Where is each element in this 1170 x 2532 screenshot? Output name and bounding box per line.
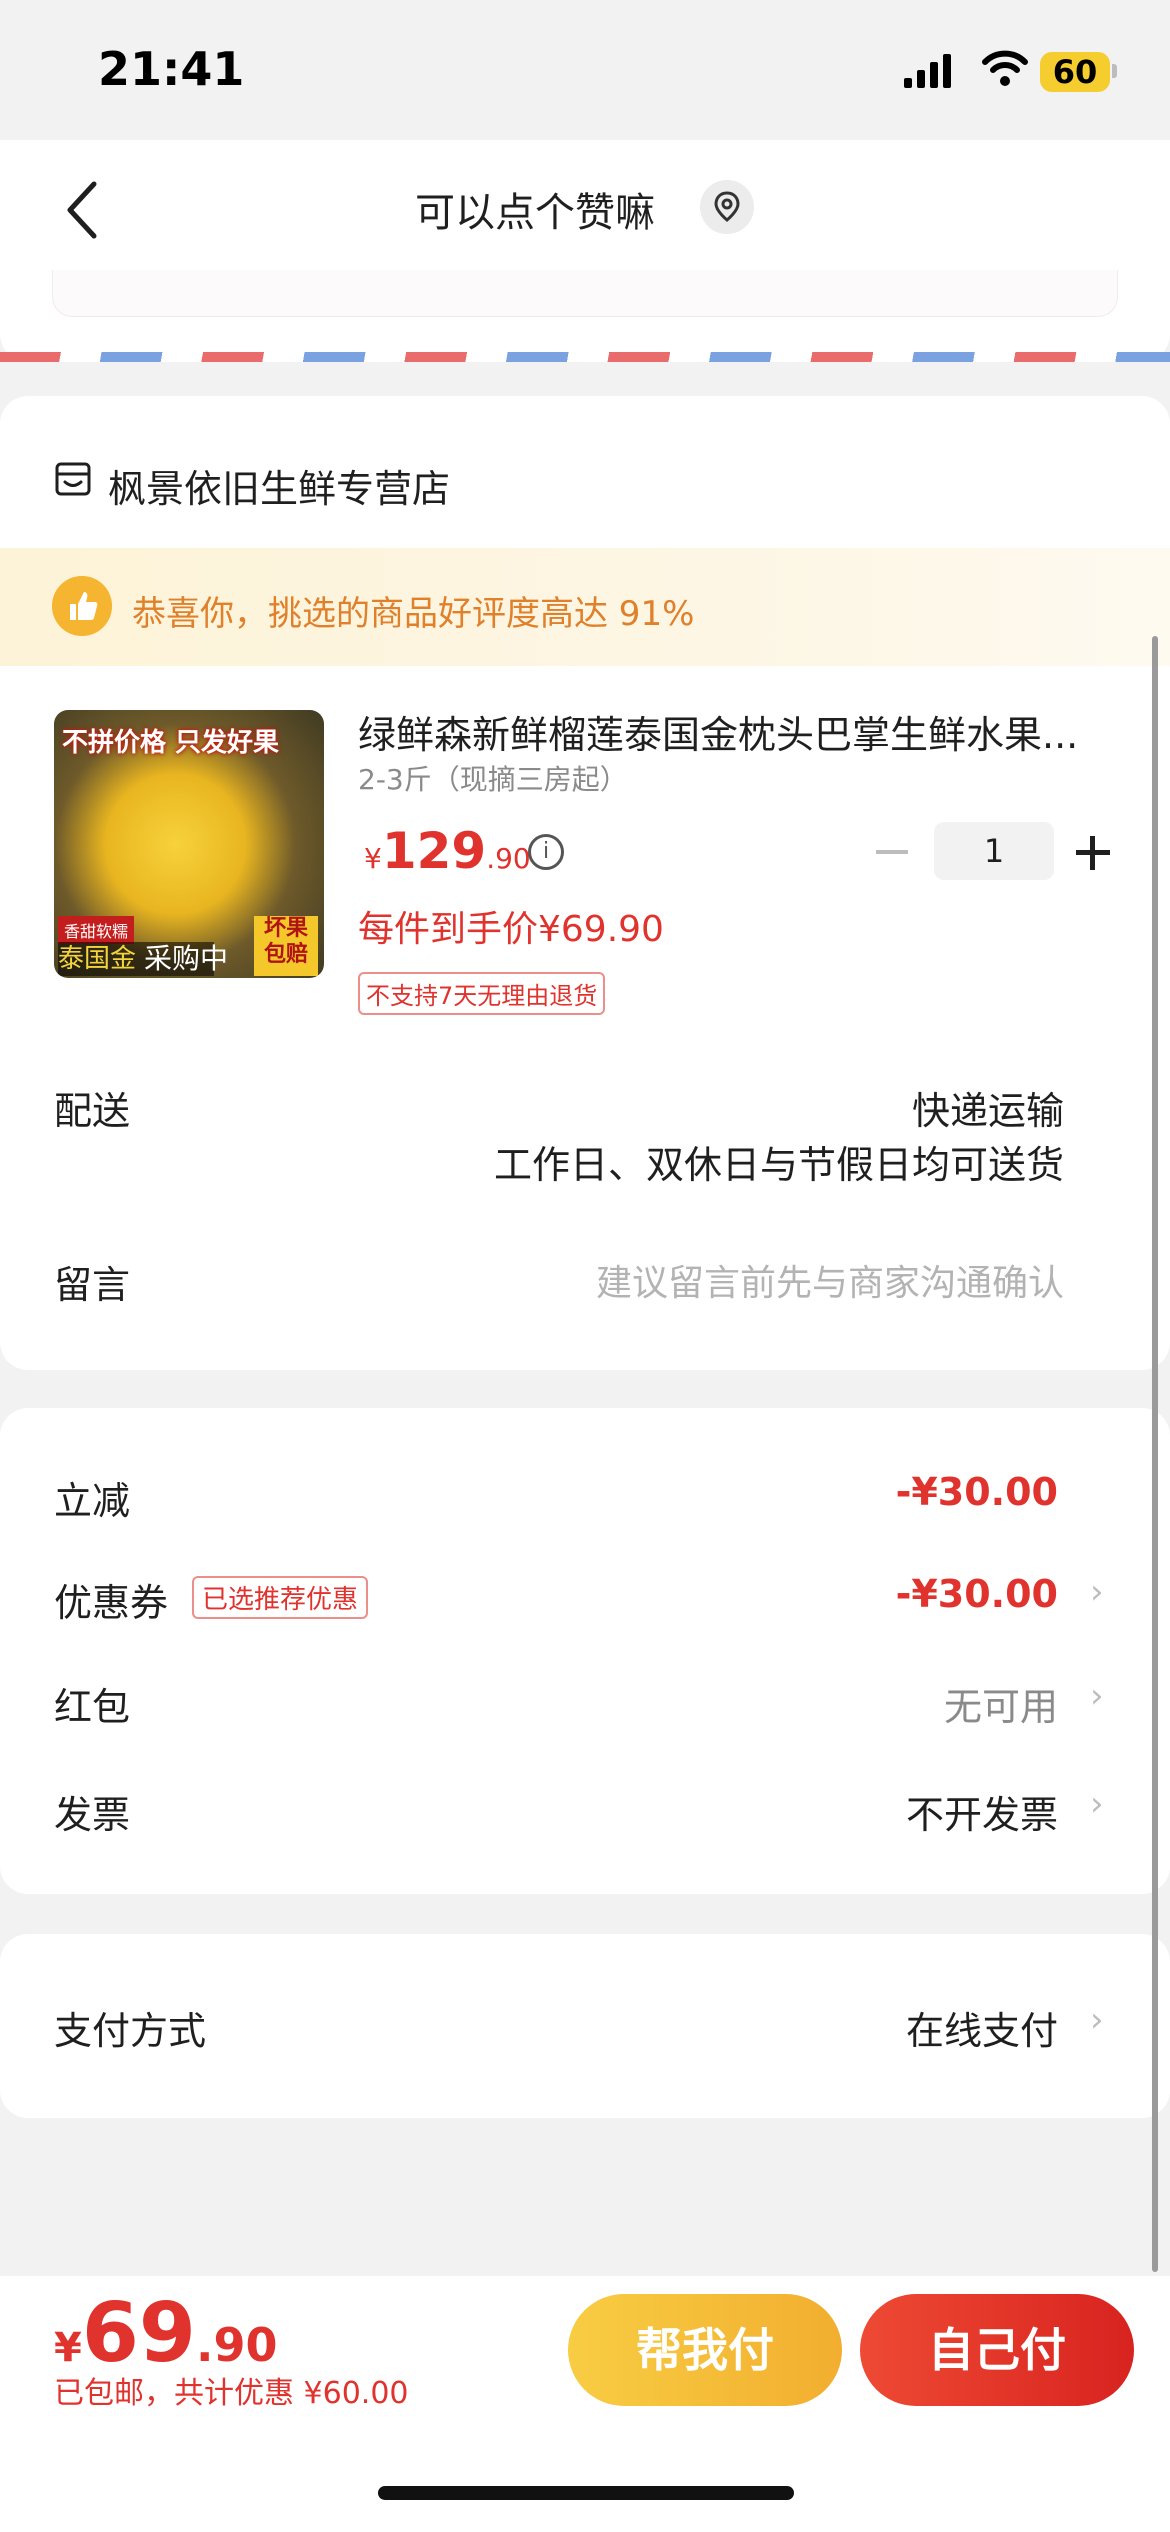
address-card[interactable] bbox=[0, 270, 1170, 362]
delivery-label: 配送 bbox=[54, 1089, 131, 1133]
quantity-input[interactable]: 1 bbox=[934, 822, 1054, 880]
product-thumbnail[interactable]: 不拼价格 只发好果 香甜软糯 泰国金 采购中 坏果包赔 bbox=[54, 710, 324, 978]
chevron-right-icon[interactable]: › bbox=[1090, 1572, 1104, 1612]
memo-input[interactable]: 建议留言前先与商家沟通确认 bbox=[596, 1254, 1064, 1306]
help-pay-button[interactable]: 帮我付 bbox=[568, 2294, 842, 2406]
redpacket-value[interactable]: 无可用 bbox=[944, 1676, 1058, 1731]
shop-name[interactable]: 枫景依旧生鲜专营店 bbox=[108, 458, 450, 513]
product-spec[interactable]: 2-3斤（现摘三房起） bbox=[358, 758, 628, 798]
thumbnail-banner-text: 不拼价格 只发好果 bbox=[62, 728, 280, 758]
total-price: ¥69.90 bbox=[54, 2286, 277, 2381]
chevron-right-icon[interactable]: › bbox=[1090, 1676, 1104, 1716]
total-decimal: .90 bbox=[195, 2318, 278, 2372]
invoice-value[interactable]: 不开发票 bbox=[906, 1784, 1058, 1839]
thumbs-up-icon bbox=[52, 576, 112, 636]
coupon-value[interactable]: -¥30.00 bbox=[896, 1572, 1058, 1616]
wifi-icon bbox=[982, 50, 1028, 86]
home-indicator[interactable] bbox=[378, 2486, 794, 2500]
delivery-note: 工作日、双休日与节假日均可送货 bbox=[493, 1143, 1064, 1187]
chevron-right-icon[interactable]: › bbox=[1090, 1784, 1104, 1824]
battery-tip bbox=[1112, 64, 1117, 78]
instant-discount-label: 立减 bbox=[54, 1479, 131, 1523]
delivery-method: 快递运输 bbox=[911, 1089, 1064, 1133]
airmail-border bbox=[0, 352, 1170, 362]
no-return-badge: 不支持7天无理由退货 bbox=[358, 972, 606, 1015]
redpacket-label[interactable]: 红包 bbox=[54, 1676, 130, 1731]
shop-icon bbox=[55, 462, 91, 496]
coupon-label[interactable]: 优惠券 bbox=[54, 1572, 168, 1627]
price-decimal: .90 bbox=[486, 842, 531, 875]
instant-discount-value: -¥30.00 bbox=[895, 1470, 1058, 1514]
location-pin-icon[interactable] bbox=[700, 180, 754, 234]
status-time: 21:41 bbox=[98, 42, 245, 96]
coupon-recommended-tag: 已选推荐优惠 bbox=[192, 1576, 369, 1619]
quantity-increase-button-vertical[interactable] bbox=[1090, 836, 1095, 870]
invoice-label[interactable]: 发票 bbox=[54, 1784, 130, 1839]
info-icon[interactable]: i bbox=[528, 834, 564, 870]
praise-text: 恭喜你，挑选的商品好评度高达 91% bbox=[132, 594, 695, 634]
thumbnail-tag-guarantee: 坏果包赔 bbox=[254, 916, 318, 976]
final-unit-price: 每件到手价¥69.90 bbox=[358, 909, 664, 950]
self-pay-button[interactable]: 自己付 bbox=[860, 2294, 1134, 2406]
memo-label: 留言 bbox=[54, 1263, 131, 1307]
thumbnail-overlay-text: 采购中 bbox=[144, 942, 229, 975]
thumbnail-tag-sweet: 香甜软糯 bbox=[58, 916, 135, 944]
product-price: ¥129.90 bbox=[364, 822, 531, 880]
total-summary: 已包邮，共计优惠 ¥60.00 bbox=[54, 2376, 409, 2411]
price-integer: 129 bbox=[381, 822, 487, 880]
total-currency: ¥ bbox=[54, 2325, 82, 2371]
scrollbar[interactable] bbox=[1152, 636, 1158, 2272]
battery-indicator: 60 bbox=[1040, 52, 1110, 92]
payment-method-label: 支付方式 bbox=[54, 2009, 207, 2053]
total-integer: 69 bbox=[81, 2286, 196, 2381]
price-currency: ¥ bbox=[364, 842, 382, 875]
chevron-right-icon[interactable]: › bbox=[1090, 2000, 1104, 2040]
cellular-signal-icon bbox=[904, 54, 951, 88]
address-card-inner bbox=[52, 270, 1118, 317]
quantity-decrease-button[interactable] bbox=[876, 850, 908, 854]
payment-method-value[interactable]: 在线支付 bbox=[906, 2000, 1058, 2055]
page-title: 可以点个赞嘛 bbox=[415, 190, 655, 236]
product-title[interactable]: 绿鲜森新鲜榴莲泰国金枕头巴掌生鲜水果... bbox=[358, 704, 1118, 759]
